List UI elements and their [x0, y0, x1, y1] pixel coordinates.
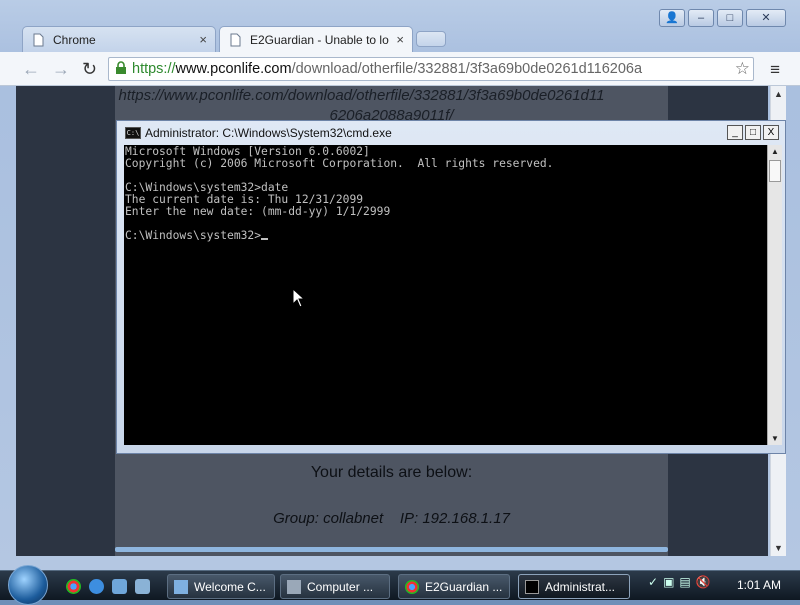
bookmark-star-icon[interactable]: ☆ — [732, 59, 750, 79]
tab-title: Chrome — [53, 32, 96, 47]
computer-icon — [287, 579, 301, 594]
url-path: /download/otherfile/332881/3f3a69b0de026… — [291, 61, 643, 77]
console-prompt: C:\Windows\system32> — [125, 229, 262, 242]
reload-button[interactable]: ↻ — [82, 59, 97, 80]
clock[interactable]: 1:01 AM — [737, 578, 781, 592]
scroll-down-icon[interactable]: ▼ — [771, 543, 786, 553]
cmd-window-controls: _ □ X — [727, 125, 779, 140]
chrome-icon — [405, 579, 419, 594]
window-controls: 👤 – □ ✕ — [659, 9, 786, 27]
back-button[interactable]: ← — [22, 59, 40, 80]
desktop-quicklaunch-icon[interactable] — [112, 579, 127, 594]
tab-close-icon[interactable]: × — [396, 32, 404, 47]
toolbar: ← → ↻ https://www.pconlife.com/download/… — [0, 52, 800, 86]
cmd-icon: C:\ — [125, 127, 141, 139]
cmd-scroll-thumb[interactable] — [769, 160, 781, 182]
user-profile-button[interactable]: 👤 — [659, 9, 685, 27]
cmd-maximize-button[interactable]: □ — [745, 125, 761, 140]
scroll-up-icon[interactable]: ▲ — [771, 89, 786, 99]
volume-muted-icon[interactable]: 🔇 — [696, 575, 711, 589]
tab-close-icon[interactable]: × — [199, 32, 207, 47]
panel-bottom-bar — [115, 547, 668, 552]
cmd-window[interactable]: C:\ Administrator: C:\Windows\System32\c… — [116, 120, 786, 454]
system-tray: ✓ ▣ ▤ 🔇 — [648, 575, 711, 589]
console-line: Copyright (c) 2006 Microsoft Corporation… — [125, 157, 554, 170]
cmd-close-button[interactable]: X — [763, 125, 779, 140]
tab-e2guardian[interactable]: E2Guardian - Unable to lo × — [219, 26, 413, 52]
details-heading: Your details are below: — [310, 464, 473, 481]
cmd-scroll-down-icon[interactable]: ▼ — [768, 434, 782, 443]
cmd-scroll-up-icon[interactable]: ▲ — [768, 147, 782, 156]
task-label: Computer ... — [307, 579, 374, 594]
cmd-minimize-button[interactable]: _ — [727, 125, 743, 140]
tab-chrome[interactable]: Chrome × — [22, 26, 216, 52]
cmd-scrollbar[interactable]: ▲ ▼ — [767, 145, 782, 445]
network-icon[interactable]: ▣ — [663, 575, 674, 589]
maximize-button[interactable]: □ — [717, 9, 743, 27]
cmd-titlebar[interactable]: C:\ Administrator: C:\Windows\System32\c… — [125, 126, 392, 140]
mouse-pointer-icon — [292, 288, 306, 308]
url-line-1: https://www.pconlife.com/download/otherf… — [118, 87, 605, 104]
task-computer[interactable]: Computer ... — [280, 574, 390, 599]
lock-icon — [115, 60, 127, 78]
cmd-icon — [525, 579, 539, 594]
task-label: Administrat... — [545, 579, 616, 594]
text-cursor — [261, 238, 269, 240]
address-bar[interactable]: https://www.pconlife.com/download/otherf… — [108, 57, 754, 81]
tab-title: E2Guardian - Unable to lo — [250, 32, 389, 47]
details-info: Group: collabnet IP: 192.168.1.17 — [273, 510, 510, 527]
minimize-button[interactable]: – — [688, 9, 714, 27]
ie-quicklaunch-icon[interactable] — [89, 579, 104, 594]
page-icon — [33, 33, 44, 46]
taskbar: Welcome C... Computer ... E2Guardian ...… — [0, 565, 800, 605]
task-administrator[interactable]: Administrat... — [518, 574, 630, 599]
task-label: E2Guardian ... — [425, 579, 503, 594]
task-e2guardian[interactable]: E2Guardian ... — [398, 574, 510, 599]
tray-arrow-icon[interactable]: ✓ — [648, 575, 658, 589]
window-icon — [174, 579, 188, 594]
chrome-menu-icon[interactable]: ≡ — [770, 60, 780, 80]
chrome-quicklaunch-icon[interactable] — [66, 579, 81, 594]
url-host: www.pconlife.com — [175, 61, 292, 77]
console-line: Enter the new date: (mm-dd-yy) 1/1/2999 — [125, 205, 391, 218]
close-button[interactable]: ✕ — [746, 9, 786, 27]
start-button[interactable] — [8, 565, 48, 605]
task-welcome[interactable]: Welcome C... — [167, 574, 275, 599]
page-icon — [230, 33, 241, 46]
new-tab-button[interactable] — [416, 31, 446, 47]
url-scheme: https:// — [132, 61, 176, 77]
display-icon[interactable]: ▤ — [679, 575, 690, 589]
cmd-title-text: Administrator: C:\Windows\System32\cmd.e… — [145, 126, 392, 140]
task-label: Welcome C... — [194, 579, 266, 594]
console-area[interactable]: Microsoft Windows [Version 6.0.6002] Cop… — [124, 145, 767, 445]
forward-button[interactable]: → — [52, 59, 70, 80]
switch-windows-icon[interactable] — [135, 579, 150, 594]
